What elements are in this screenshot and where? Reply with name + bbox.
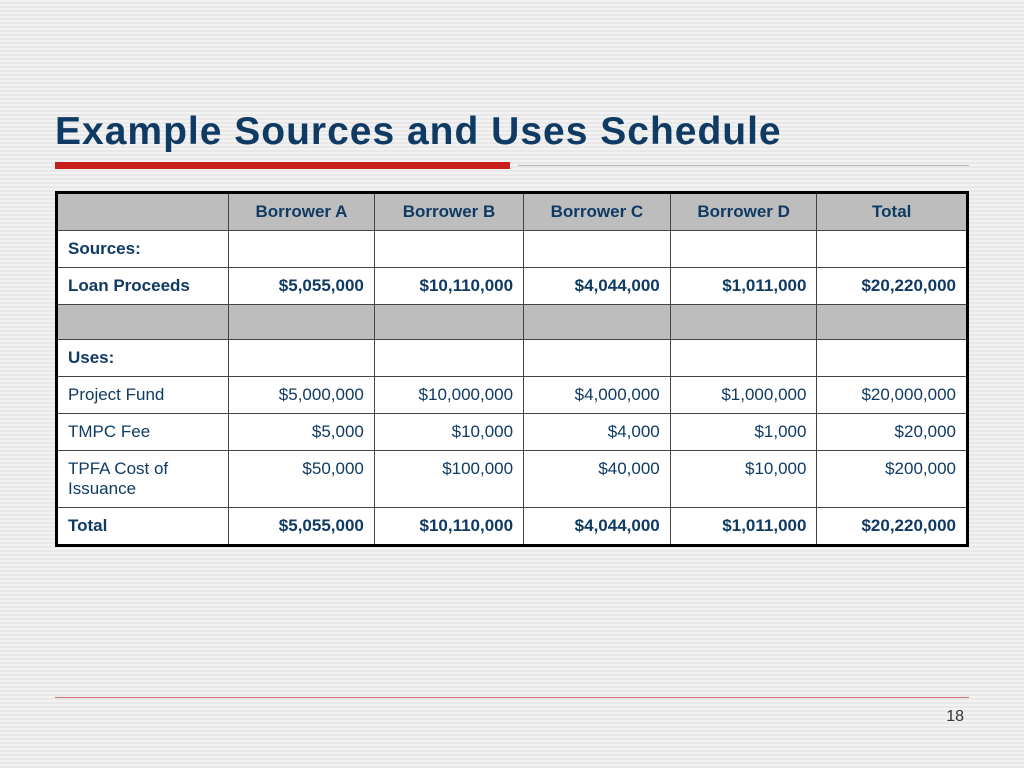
cell: $20,000,000 [817,377,968,414]
row-label: TMPC Fee [57,414,229,451]
cell: $5,055,000 [229,268,375,305]
header-borrower-a: Borrower A [229,193,375,231]
footer-rule [55,697,969,698]
table-row: Total $5,055,000 $10,110,000 $4,044,000 … [57,508,968,546]
table-row: Project Fund $5,000,000 $10,000,000 $4,0… [57,377,968,414]
header-borrower-d: Borrower D [670,193,817,231]
cell: $20,220,000 [817,508,968,546]
cell: $10,000,000 [374,377,523,414]
cell: $20,220,000 [817,268,968,305]
row-label: Loan Proceeds [57,268,229,305]
red-rule [55,162,510,169]
header-borrower-c: Borrower C [524,193,671,231]
cell: $10,110,000 [374,508,523,546]
cell: $1,000,000 [670,377,817,414]
cell: $50,000 [229,451,375,508]
table-header-row: Borrower A Borrower B Borrower C Borrowe… [57,193,968,231]
header-blank [57,193,229,231]
cell: $200,000 [817,451,968,508]
cell: $1,000 [670,414,817,451]
row-label: TPFA Cost of Issuance [57,451,229,508]
cell: $4,000,000 [524,377,671,414]
table-row: TPFA Cost of Issuance $50,000 $100,000 $… [57,451,968,508]
total-label: Total [57,508,229,546]
cell: $4,044,000 [524,508,671,546]
header-borrower-b: Borrower B [374,193,523,231]
cell: $100,000 [374,451,523,508]
table-separator [57,305,968,340]
cell: $40,000 [524,451,671,508]
cell: $1,011,000 [670,508,817,546]
table-row: TMPC Fee $5,000 $10,000 $4,000 $1,000 $2… [57,414,968,451]
cell: $10,000 [670,451,817,508]
table-row: Loan Proceeds $5,055,000 $10,110,000 $4,… [57,268,968,305]
thin-rule [518,165,969,166]
cell: $10,110,000 [374,268,523,305]
cell: $10,000 [374,414,523,451]
uses-label: Uses: [57,340,229,377]
cell: $4,000 [524,414,671,451]
row-label: Project Fund [57,377,229,414]
title-underline [55,162,969,169]
title-block: Example Sources and Uses Schedule [55,110,969,154]
page-title: Example Sources and Uses Schedule [55,110,969,154]
cell: $20,000 [817,414,968,451]
cell: $4,044,000 [524,268,671,305]
header-total: Total [817,193,968,231]
cell: $5,000 [229,414,375,451]
cell: $1,011,000 [670,268,817,305]
cell: $5,055,000 [229,508,375,546]
cell: $5,000,000 [229,377,375,414]
page-number: 18 [946,708,964,726]
slide: Example Sources and Uses Schedule Borrow… [0,0,1024,768]
sources-label: Sources: [57,231,229,268]
table-row: Uses: [57,340,968,377]
table-row: Sources: [57,231,968,268]
sources-uses-table: Borrower A Borrower B Borrower C Borrowe… [55,191,969,547]
